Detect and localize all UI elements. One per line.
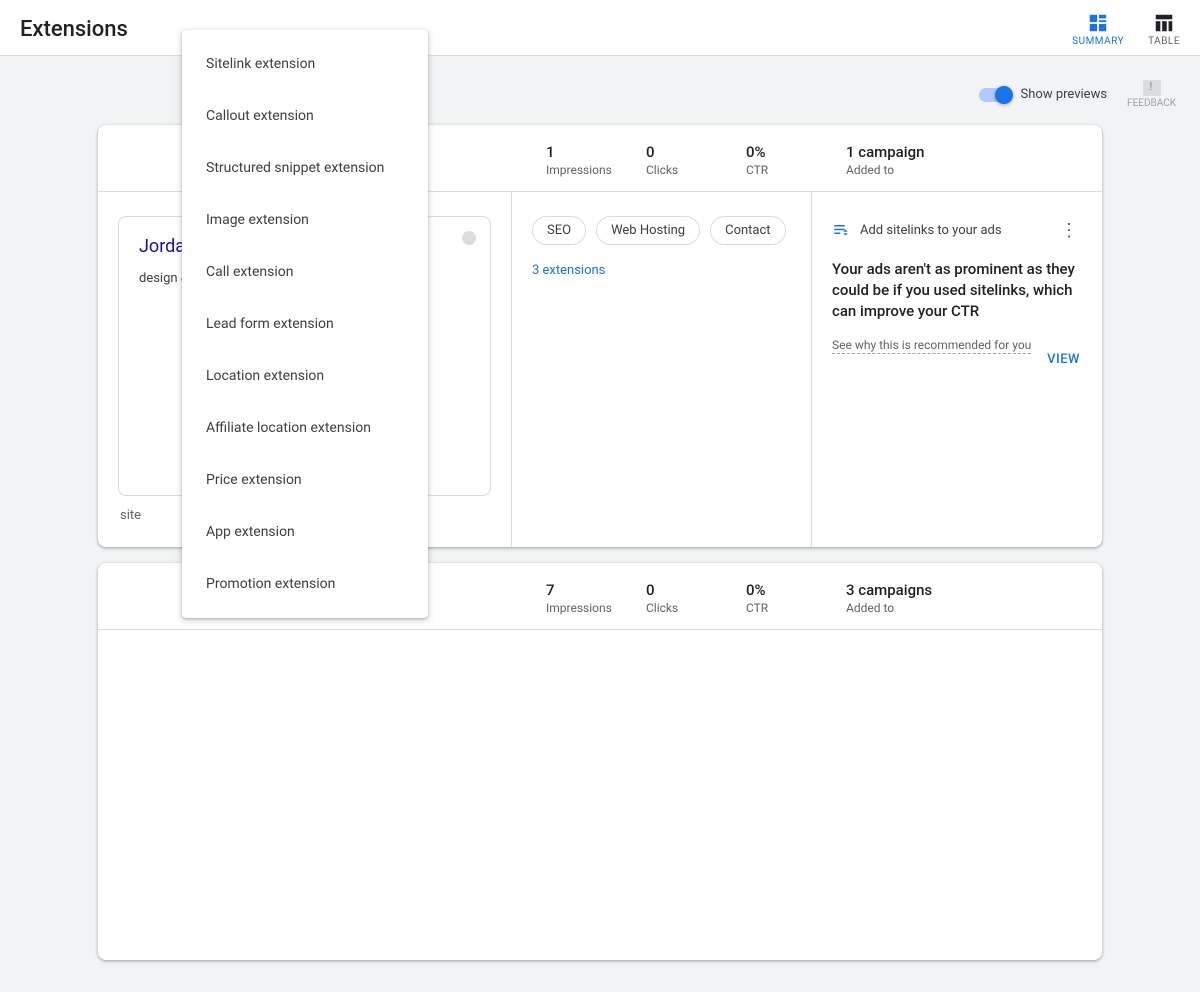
stat-value: 0 [646, 143, 746, 161]
chip-web-hosting[interactable]: Web Hosting [596, 216, 700, 245]
tab-table-label: TABLE [1148, 36, 1180, 47]
feedback-icon [1143, 80, 1161, 96]
menu-item-app[interactable]: App extension [182, 506, 428, 558]
menu-item-sitelink[interactable]: Sitelink extension [182, 38, 428, 90]
menu-item-callout[interactable]: Callout extension [182, 90, 428, 142]
sitelink-icon [832, 222, 850, 240]
stat-label: CTR [746, 163, 846, 177]
stat-value: 1 [546, 143, 646, 161]
menu-item-image[interactable]: Image extension [182, 194, 428, 246]
menu-item-lead-form[interactable]: Lead form extension [182, 298, 428, 350]
stat-label: Clicks [646, 601, 746, 615]
stat-value: 0% [746, 143, 846, 161]
stat-added: 1 campaign Added to [846, 143, 1026, 177]
stat-impressions: 7 Impressions [546, 581, 646, 615]
stat-value: 3 campaigns [846, 581, 1026, 599]
menu-item-location[interactable]: Location extension [182, 350, 428, 402]
menu-item-structured-snippet[interactable]: Structured snippet extension [182, 142, 428, 194]
menu-item-promotion[interactable]: Promotion extension [182, 558, 428, 610]
stat-impressions: 1 Impressions [546, 143, 646, 177]
stat-label: Clicks [646, 163, 746, 177]
stat-label: Added to [846, 601, 1026, 615]
more-icon[interactable]: ⋮ [1056, 216, 1082, 245]
view-tabs: SUMMARY TABLE [1072, 12, 1180, 47]
info-icon[interactable] [462, 231, 476, 245]
tab-summary[interactable]: SUMMARY [1072, 12, 1124, 47]
summary-icon [1087, 12, 1109, 34]
stat-label: Impressions [546, 163, 646, 177]
extension-type-menu: Sitelink extension Callout extension Str… [182, 30, 428, 618]
chips-column: SEO Web Hosting Contact 3 extensions [512, 192, 812, 547]
stat-value: 7 [546, 581, 646, 599]
stat-label: CTR [746, 601, 846, 615]
stat-added: 3 campaigns Added to [846, 581, 1026, 615]
recommendation-body: Your ads aren't as prominent as they cou… [832, 259, 1082, 322]
stat-value: 1 campaign [846, 143, 1026, 161]
previews-toggle[interactable] [979, 88, 1011, 102]
chip-contact[interactable]: Contact [710, 216, 785, 245]
menu-item-price[interactable]: Price extension [182, 454, 428, 506]
recommendation-title: Add sitelinks to your ads [860, 223, 1002, 238]
feedback-button[interactable]: FEEDBACK [1127, 80, 1176, 109]
stat-ctr: 0% CTR [746, 143, 846, 177]
stat-label: Added to [846, 163, 1026, 177]
stat-value: 0 [646, 581, 746, 599]
feedback-label: FEEDBACK [1127, 98, 1176, 109]
previews-toggle-label: Show previews [1021, 87, 1108, 102]
table-icon [1153, 12, 1175, 34]
stat-clicks: 0 Clicks [646, 581, 746, 615]
extensions-count-link[interactable]: 3 extensions [532, 263, 791, 278]
tab-summary-label: SUMMARY [1072, 36, 1124, 47]
view-button[interactable]: VIEW [1047, 352, 1080, 367]
tab-table[interactable]: TABLE [1148, 12, 1180, 47]
chip-seo[interactable]: SEO [532, 216, 586, 245]
stat-label: Impressions [546, 601, 646, 615]
stat-clicks: 0 Clicks [646, 143, 746, 177]
stat-value: 0% [746, 581, 846, 599]
stat-ctr: 0% CTR [746, 581, 846, 615]
recommendation-why-link[interactable]: See why this is recommended for you [832, 338, 1031, 354]
extension-card: 7 Impressions 0 Clicks 0% CTR 3 campaign… [98, 563, 1102, 960]
page-title: Extensions [20, 17, 128, 42]
menu-item-affiliate-location[interactable]: Affiliate location extension [182, 402, 428, 454]
recommendation-column: Add sitelinks to your ads ⋮ Your ads are… [812, 192, 1102, 547]
menu-item-call[interactable]: Call extension [182, 246, 428, 298]
